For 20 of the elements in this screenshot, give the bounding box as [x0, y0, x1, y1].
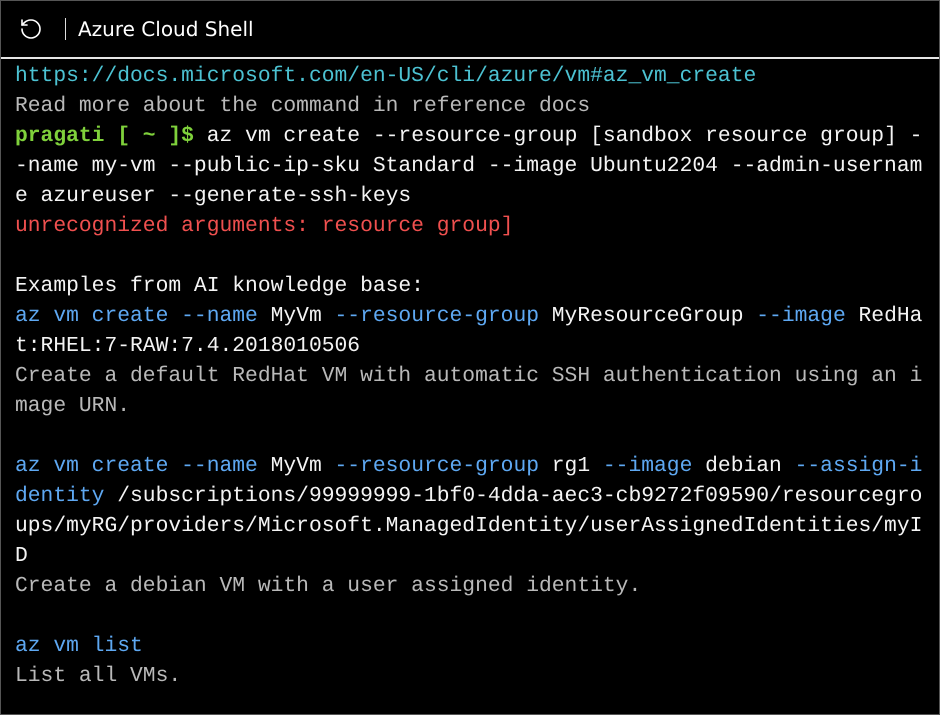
terminal-line: ups/myRG/providers/Microsoft.ManagedIdentity/userAssignedIdentities/myI	[15, 513, 922, 540]
terminal-line: az vm create --name MyVm --resource-group rg1 --image debian --assign-i	[15, 453, 922, 480]
terminal-line: mage URN.	[15, 393, 130, 420]
terminal-line: e azureuser --generate-ssh-keys	[15, 183, 412, 210]
terminal-line: Read more about the command in reference docs	[15, 93, 590, 120]
terminal-line: -name my-vm --public-ip-sku Standard --image Ubuntu2204 --admin-usernam	[15, 153, 922, 180]
terminal-line: Create a default RedHat VM with automatic SSH authentication using an i	[15, 363, 922, 390]
terminal-line: az vm list	[15, 633, 143, 660]
terminal-line: D	[15, 543, 28, 570]
terminal-line: az vm create --name MyVm --resource-group MyResourceGroup --image RedHa	[15, 303, 922, 330]
terminal-line: Create a debian VM with a user assigned identity.	[15, 573, 642, 600]
refresh-button[interactable]	[19, 17, 43, 41]
command-prompt-line: pragati [ ~ ]$ az vm create --resource-group [sandbox resource group] -	[15, 123, 922, 150]
window-title: Azure Cloud Shell	[78, 17, 254, 41]
docs-link[interactable]: https://docs.microsoft.com/en-US/cli/azure/vm#az_vm_create	[15, 61, 756, 91]
terminal-line: t:RHEL:7-RAW:7.4.2018010506	[15, 333, 360, 360]
terminal-line: dentity /subscriptions/99999999-1bf0-4dda-aec3-cb9272f09590/resourcegro	[15, 483, 922, 510]
error-message: unrecognized arguments: resource group]	[15, 213, 514, 240]
terminal-line: Examples from AI knowledge base:	[15, 273, 424, 300]
terminal-line: List all VMs.	[15, 663, 182, 690]
